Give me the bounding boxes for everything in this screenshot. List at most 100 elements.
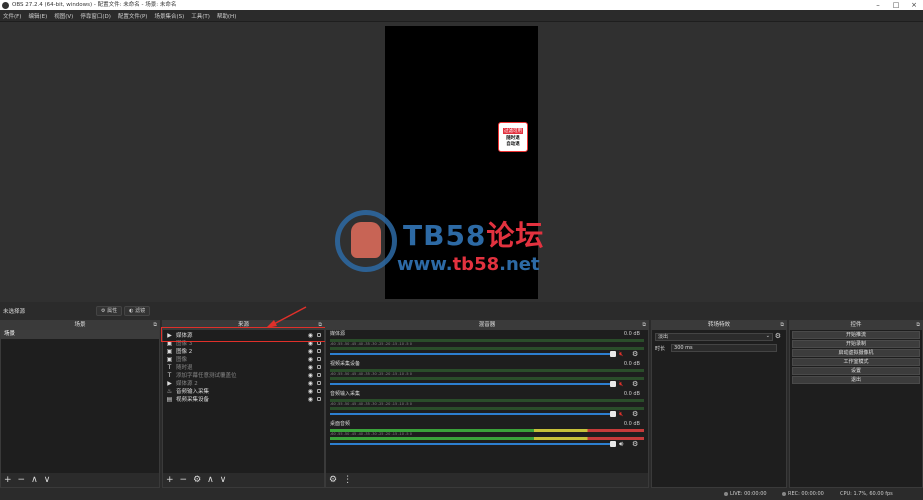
gear-icon[interactable]: ⚙ <box>632 380 638 388</box>
eye-icon[interactable]: ◉ <box>308 372 313 379</box>
minimize-button[interactable]: – <box>869 0 887 10</box>
transition-settings-icon[interactable]: ⚙ <box>775 332 781 340</box>
highlight-box <box>161 327 327 342</box>
move-up-icon[interactable]: ∧ <box>31 473 38 487</box>
slider-handle[interactable] <box>610 351 616 357</box>
slider-handle[interactable] <box>610 441 616 447</box>
source-settings-icon[interactable]: ⚙ <box>193 473 201 487</box>
source-item[interactable]: ♨ 音频输入采集 ◉ <box>163 387 324 395</box>
camera-icon: ▤ <box>166 395 173 403</box>
studio-mode-button[interactable]: 工作室模式 <box>792 358 920 366</box>
undock-icon[interactable]: ⧉ <box>916 321 920 330</box>
maximize-button[interactable]: □ <box>887 0 905 10</box>
text-icon: T <box>167 363 172 371</box>
menu-file[interactable]: 文件(F) <box>3 12 21 20</box>
mixer-dock: 混音器 ⧉ 媒体源 0.0 dB -60 -55 -50 -45 -40 -35 -3… <box>325 320 649 488</box>
move-down-icon[interactable]: ∨ <box>220 473 227 487</box>
menu-help[interactable]: 帮助(H) <box>217 12 236 20</box>
source-name: 图像 <box>176 357 188 363</box>
lock-icon[interactable] <box>317 389 321 393</box>
speaker-muted-icon[interactable]: 🔇︎ <box>619 380 629 389</box>
lock-icon[interactable] <box>317 365 321 369</box>
duration-label: 时长 <box>655 345 666 352</box>
exit-button[interactable]: 退出 <box>792 376 920 384</box>
source-item[interactable]: ▣ 图像 ◉ <box>163 355 324 363</box>
menu-view[interactable]: 视图(V) <box>54 12 73 20</box>
undock-icon[interactable]: ⧉ <box>780 321 784 330</box>
start-recording-button[interactable]: 开始录制 <box>792 340 920 348</box>
menu-tools[interactable]: 工具(T) <box>191 12 210 20</box>
title-bar: OBS 27.2.4 (64-bit, windows) - 配置文件: 未命名… <box>0 0 923 10</box>
transition-select[interactable]: 淡出 <box>655 333 773 341</box>
remove-source-icon[interactable]: − <box>180 473 188 487</box>
sources-dock: 来源 ⧉ ▶ 媒体源 ◉ ▣ 图像 3 ◉ ▣ 图像 2 ◉ ▣ 图像 ◉ T 随时退 ◉ T 添加字幕任意测试覆… <box>162 320 325 488</box>
undock-icon[interactable]: ⧉ <box>642 321 646 330</box>
mixer-menu-icon[interactable]: ⋮ <box>343 473 352 487</box>
move-down-icon[interactable]: ∨ <box>44 473 51 487</box>
watermark-hand-icon <box>351 222 381 258</box>
lock-icon[interactable] <box>317 357 321 361</box>
controls-dock: 控件 ⧉ 开始推流 开始录制 启动虚拟摄像机 工作室模式 设置 退出 <box>789 320 923 488</box>
volume-slider[interactable] <box>330 441 616 447</box>
eye-icon[interactable]: ◉ <box>308 388 313 395</box>
overlay-badge-image: 过滤可用 随时退 自动退 <box>498 122 528 152</box>
eye-icon[interactable]: ◉ <box>308 364 313 371</box>
source-item[interactable]: ▤ 视频采集设备 ◉ <box>163 395 324 403</box>
eye-icon[interactable]: ◉ <box>308 396 313 403</box>
volume-meter <box>330 347 644 350</box>
menu-profile[interactable]: 配置文件(P) <box>118 12 148 20</box>
start-virtual-camera-button[interactable]: 启动虚拟摄像机 <box>792 349 920 357</box>
mixer-settings-icon[interactable]: ⚙ <box>329 473 337 487</box>
gear-icon[interactable]: ⚙ <box>632 440 638 448</box>
scenes-header: 场景 <box>74 322 86 328</box>
slider-handle[interactable] <box>610 411 616 417</box>
speaker-muted-icon[interactable]: 🔇︎ <box>619 410 629 419</box>
volume-slider[interactable] <box>330 351 616 357</box>
close-button[interactable]: × <box>905 0 923 10</box>
settings-button[interactable]: 设置 <box>792 367 920 375</box>
lock-icon[interactable] <box>317 381 321 385</box>
gear-icon[interactable]: ⚙ <box>632 350 638 358</box>
source-name: 图像 2 <box>176 349 193 355</box>
lock-icon[interactable] <box>317 397 321 401</box>
text-icon: T <box>167 371 172 379</box>
controls-header: 控件 <box>850 322 862 328</box>
volume-slider[interactable] <box>330 411 616 417</box>
eye-icon[interactable]: ◉ <box>308 356 313 363</box>
gear-icon[interactable]: ⚙ <box>632 410 638 418</box>
add-scene-icon[interactable]: + <box>4 473 12 487</box>
undock-icon[interactable]: ⧉ <box>153 321 157 330</box>
eye-icon[interactable]: ◉ <box>308 380 313 387</box>
live-status: LIVE: 00:00:00 <box>724 491 767 497</box>
channel-db: 0.0 dB <box>623 331 640 337</box>
remove-scene-icon[interactable]: − <box>18 473 26 487</box>
speaker-muted-icon[interactable]: 🔇︎ <box>619 350 629 359</box>
meter-ticks: -60 -55 -50 -45 -40 -35 -30 -25 -20 -15 … <box>330 342 412 346</box>
properties-button[interactable]: ⚙ 属性 <box>96 305 123 316</box>
eye-icon[interactable]: ◉ <box>308 348 313 355</box>
lock-icon[interactable] <box>317 349 321 353</box>
start-streaming-button[interactable]: 开始推流 <box>792 331 920 339</box>
add-source-icon[interactable]: + <box>166 473 174 487</box>
source-item[interactable]: ▣ 图像 2 ◉ <box>163 347 324 355</box>
window-title: OBS 27.2.4 (64-bit, windows) - 配置文件: 未命名… <box>12 2 177 8</box>
menu-edit[interactable]: 编辑(E) <box>28 12 47 20</box>
mixer-channel: 音频输入采集 0.0 dB -60 -55 -50 -45 -40 -35 -30 … <box>326 391 648 421</box>
duration-input[interactable]: 300 ms <box>671 344 778 352</box>
source-item[interactable]: T 随时退 ◉ <box>163 363 324 371</box>
slider-handle[interactable] <box>610 381 616 387</box>
source-item[interactable]: T 添加字幕任意测试覆盖位 ◉ <box>163 371 324 379</box>
scene-item[interactable]: 场景 <box>1 330 159 339</box>
volume-meter <box>330 369 644 372</box>
volume-meter <box>330 339 644 342</box>
filters-button[interactable]: ◐ 滤镜 <box>124 305 151 316</box>
lock-icon[interactable] <box>317 373 321 377</box>
menu-scene-collection[interactable]: 场景集合(S) <box>154 12 184 20</box>
volume-meter <box>330 377 644 380</box>
menu-docks[interactable]: 停靠窗口(D) <box>80 12 111 20</box>
source-item[interactable]: ▶ 媒体源 2 ◉ <box>163 379 324 387</box>
volume-slider[interactable] <box>330 381 616 387</box>
badge-line-1: 过滤可用 <box>503 127 523 134</box>
move-up-icon[interactable]: ∧ <box>207 473 214 487</box>
speaker-icon[interactable]: 🔊︎ <box>619 440 629 449</box>
